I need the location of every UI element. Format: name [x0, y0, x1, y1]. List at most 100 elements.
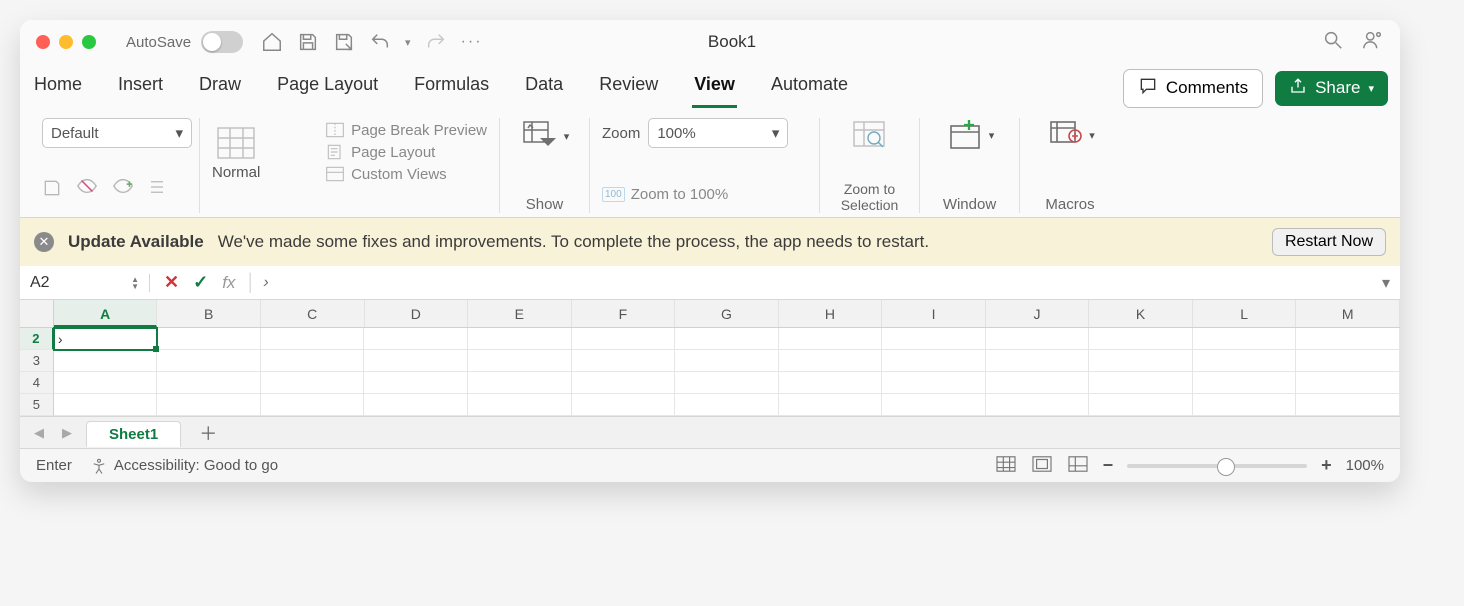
- tab-page-layout[interactable]: Page Layout: [275, 68, 380, 108]
- cell[interactable]: [1193, 372, 1297, 394]
- cell[interactable]: [1089, 394, 1193, 416]
- coauthor-icon[interactable]: [1362, 29, 1384, 56]
- cell[interactable]: [986, 328, 1090, 350]
- col-header-c[interactable]: C: [261, 300, 365, 327]
- custom-views-button[interactable]: Custom Views: [325, 164, 487, 184]
- autosave-toggle[interactable]: [201, 31, 243, 53]
- cell[interactable]: [157, 350, 261, 372]
- maximize-window-button[interactable]: [82, 35, 96, 49]
- zoom-slider[interactable]: [1127, 464, 1307, 468]
- cell[interactable]: [261, 372, 365, 394]
- cell[interactable]: [882, 394, 986, 416]
- cell[interactable]: [261, 328, 365, 350]
- cell[interactable]: [675, 328, 779, 350]
- cell[interactable]: [54, 350, 158, 372]
- page-layout-view-icon[interactable]: [1031, 455, 1053, 477]
- cell[interactable]: [1193, 394, 1297, 416]
- cell[interactable]: [1089, 350, 1193, 372]
- zoom-out-button[interactable]: −: [1103, 455, 1114, 476]
- cancel-icon[interactable]: ✕: [164, 272, 179, 293]
- zoom-percent[interactable]: 100%: [1346, 457, 1384, 474]
- cell[interactable]: [1296, 394, 1400, 416]
- formula-expand-icon[interactable]: ▾: [1372, 273, 1400, 293]
- cell[interactable]: [1089, 372, 1193, 394]
- show-dropdown[interactable]: ▾: [512, 118, 577, 154]
- cell[interactable]: [468, 350, 572, 372]
- col-header-m[interactable]: M: [1296, 300, 1400, 327]
- sheet-view-dropdown[interactable]: Default ▾: [42, 118, 192, 148]
- close-window-button[interactable]: [36, 35, 50, 49]
- col-header-d[interactable]: D: [365, 300, 469, 327]
- zoom-in-button[interactable]: +: [1321, 455, 1332, 476]
- select-all-corner[interactable]: [20, 300, 54, 327]
- formula-input[interactable]: ›: [251, 274, 1372, 292]
- home-icon[interactable]: [261, 31, 283, 53]
- col-header-h[interactable]: H: [779, 300, 883, 327]
- cell[interactable]: [261, 350, 365, 372]
- cell[interactable]: [364, 350, 468, 372]
- more-icon[interactable]: ···: [461, 33, 483, 51]
- name-box[interactable]: A2 ▲▼: [20, 274, 150, 292]
- fx-icon[interactable]: fx: [222, 273, 235, 293]
- cell[interactable]: [54, 372, 158, 394]
- sheet-tab-sheet1[interactable]: Sheet1: [86, 421, 181, 447]
- cell[interactable]: [882, 350, 986, 372]
- spreadsheet-grid[interactable]: A B C D E F G H I J K L M 2 › 3 4: [20, 300, 1400, 416]
- cell[interactable]: [675, 372, 779, 394]
- cell[interactable]: [468, 372, 572, 394]
- normal-view-button[interactable]: Normal: [212, 118, 260, 181]
- cell[interactable]: [157, 372, 261, 394]
- cell[interactable]: [572, 394, 676, 416]
- tab-view[interactable]: View: [692, 68, 737, 108]
- cell[interactable]: [572, 328, 676, 350]
- tab-draw[interactable]: Draw: [197, 68, 243, 108]
- cell[interactable]: [986, 372, 1090, 394]
- undo-icon[interactable]: [369, 31, 391, 53]
- enter-icon[interactable]: ✓: [193, 272, 208, 293]
- tab-home[interactable]: Home: [32, 68, 84, 108]
- cell[interactable]: [882, 328, 986, 350]
- sheet-nav-prev[interactable]: ◀: [30, 425, 48, 441]
- banner-close-button[interactable]: ✕: [34, 232, 54, 252]
- col-header-b[interactable]: B: [157, 300, 261, 327]
- cell[interactable]: [986, 350, 1090, 372]
- zoom-selection-button[interactable]: [832, 118, 907, 152]
- tab-automate[interactable]: Automate: [769, 68, 850, 108]
- cell[interactable]: [675, 394, 779, 416]
- col-header-a[interactable]: A: [54, 300, 158, 327]
- share-button[interactable]: Share ▾: [1275, 71, 1388, 106]
- row-header-2[interactable]: 2: [20, 328, 54, 350]
- cell[interactable]: [572, 350, 676, 372]
- undo-dropdown-icon[interactable]: ▾: [405, 36, 411, 49]
- keep-view-icon[interactable]: [42, 178, 62, 203]
- cell-a2[interactable]: ›: [54, 328, 158, 350]
- cell[interactable]: [364, 372, 468, 394]
- cell[interactable]: [261, 394, 365, 416]
- restart-now-button[interactable]: Restart Now: [1272, 228, 1386, 256]
- cell[interactable]: [468, 328, 572, 350]
- cell[interactable]: [1296, 372, 1400, 394]
- macros-dropdown[interactable]: ▾: [1032, 118, 1108, 152]
- col-header-i[interactable]: I: [882, 300, 986, 327]
- accessibility-status[interactable]: Accessibility: Good to go: [90, 457, 278, 475]
- zoom-100-button[interactable]: 100 Zoom to 100%: [602, 185, 807, 213]
- cell[interactable]: [468, 394, 572, 416]
- row-header-3[interactable]: 3: [20, 350, 54, 372]
- page-break-view-icon[interactable]: [1067, 455, 1089, 477]
- col-header-f[interactable]: F: [572, 300, 676, 327]
- name-box-stepper[interactable]: ▲▼: [131, 276, 139, 290]
- save-icon[interactable]: [297, 31, 319, 53]
- sheet-nav-next[interactable]: ▶: [58, 425, 76, 441]
- cell[interactable]: [675, 350, 779, 372]
- options-view-icon[interactable]: [148, 178, 166, 203]
- cell[interactable]: [54, 394, 158, 416]
- tab-review[interactable]: Review: [597, 68, 660, 108]
- cell[interactable]: [779, 394, 883, 416]
- exit-view-icon[interactable]: [76, 178, 98, 203]
- cell[interactable]: [1089, 328, 1193, 350]
- cell[interactable]: [1193, 328, 1297, 350]
- page-layout-button[interactable]: Page Layout: [325, 142, 487, 162]
- minimize-window-button[interactable]: [59, 35, 73, 49]
- row-header-5[interactable]: 5: [20, 394, 54, 416]
- comments-button[interactable]: Comments: [1123, 69, 1263, 108]
